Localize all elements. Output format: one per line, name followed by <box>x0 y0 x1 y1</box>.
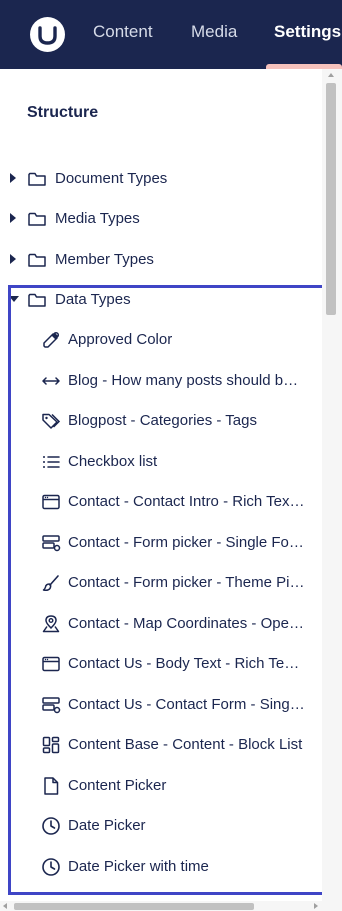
data-type-item[interactable]: Contact - Map Coordinates - OpenStreetMa… <box>0 604 322 644</box>
tree-title: Structure <box>27 104 99 121</box>
tree-node-media-types[interactable]: Media Types <box>0 199 322 239</box>
horizontal-scrollbar[interactable] <box>0 901 342 911</box>
data-type-label: Date Picker <box>68 817 146 834</box>
data-type-item[interactable]: Contact Us - Contact Form - Single Form <box>0 685 322 725</box>
nav-media[interactable]: Media <box>191 22 237 42</box>
tree-node-label: Media Types <box>55 210 140 227</box>
form-icon <box>41 533 61 553</box>
data-type-label: Approved Color <box>68 331 173 348</box>
eyedropper-icon <box>41 330 61 350</box>
data-type-label: Contact - Contact Intro - Rich Text Edit… <box>68 493 306 510</box>
list-icon <box>41 452 61 472</box>
data-type-label: Contact - Form picker - Theme Picker <box>68 574 306 591</box>
tree-node-label: Document Types <box>55 170 168 187</box>
caret-right-icon[interactable] <box>10 173 16 183</box>
scroll-left-icon[interactable] <box>3 903 7 909</box>
data-type-label: Content Picker <box>68 777 167 794</box>
horizontal-scrollbar-thumb[interactable] <box>14 903 254 910</box>
window-icon <box>41 654 61 674</box>
data-type-item[interactable]: Content Base - Content - Block List <box>0 725 322 765</box>
tree-node-label: Data Types <box>55 291 131 308</box>
data-type-item[interactable]: Date Picker with time <box>0 847 322 887</box>
structure-tree: Structure Document Types Media Types Mem… <box>0 69 322 901</box>
scroll-up-icon[interactable] <box>328 73 334 77</box>
folder-icon <box>27 209 47 229</box>
scroll-right-icon[interactable] <box>314 903 318 909</box>
top-navigation-bar: Content Media Settings <box>0 0 342 69</box>
data-type-item[interactable]: Contact - Form picker - Single Form <box>0 523 322 563</box>
clock-icon <box>41 857 61 877</box>
map-pin-icon <box>41 614 61 634</box>
data-type-label: Contact - Form picker - Single Form <box>68 534 306 551</box>
data-type-item[interactable]: Approved Color <box>0 320 322 360</box>
caret-right-icon[interactable] <box>10 254 16 264</box>
folder-icon <box>27 290 47 310</box>
data-type-item[interactable]: Content Picker <box>0 766 322 806</box>
data-type-label: Content Base - Content - Block List <box>68 736 303 753</box>
data-type-label: Blog - How many posts should be shown <box>68 372 306 389</box>
window-icon <box>41 492 61 512</box>
tree-node-document-types[interactable]: Document Types <box>0 159 322 199</box>
data-type-label: Contact - Map Coordinates - OpenStreetMa… <box>68 615 306 632</box>
umbraco-logo-icon[interactable] <box>30 17 65 52</box>
tree-node-label: Member Types <box>55 251 154 268</box>
data-type-label: Blogpost - Categories - Tags <box>68 412 257 429</box>
data-type-label: Checkbox list <box>68 453 158 470</box>
tree-node-member-types[interactable]: Member Types <box>0 240 322 280</box>
data-type-label: Contact Us - Body Text - Rich Text Edito… <box>68 655 306 672</box>
data-type-item[interactable]: Date Picker <box>0 806 322 846</box>
document-icon <box>41 776 61 796</box>
caret-down-icon[interactable] <box>9 296 19 302</box>
tags-icon <box>41 411 61 431</box>
form-icon <box>41 695 61 715</box>
folder-icon <box>27 250 47 270</box>
brush-icon <box>41 573 61 593</box>
data-type-item[interactable]: Contact - Form picker - Theme Picker <box>0 563 322 603</box>
caret-right-icon[interactable] <box>10 213 16 223</box>
data-type-label: Date Picker with time <box>68 858 209 875</box>
data-type-item[interactable]: Contact - Contact Intro - Rich Text Edit… <box>0 482 322 522</box>
data-type-item[interactable]: Contact Us - Body Text - Rich Text Edito… <box>0 644 322 684</box>
horizontal-arrows-icon <box>41 371 61 391</box>
nav-content[interactable]: Content <box>93 22 153 42</box>
data-type-item[interactable]: Checkbox list <box>0 442 322 482</box>
data-type-item[interactable]: Blog - How many posts should be shown <box>0 361 322 401</box>
data-type-item[interactable]: Blogpost - Categories - Tags <box>0 401 322 441</box>
vertical-scrollbar-thumb[interactable] <box>326 83 336 315</box>
vertical-scrollbar[interactable] <box>322 69 342 901</box>
folder-icon <box>27 169 47 189</box>
nav-settings[interactable]: Settings <box>274 22 341 42</box>
clock-icon <box>41 816 61 836</box>
data-type-label: Contact Us - Contact Form - Single Form <box>68 696 306 713</box>
tree-node-data-types[interactable]: Data Types <box>0 280 322 320</box>
blocks-icon <box>41 735 61 755</box>
